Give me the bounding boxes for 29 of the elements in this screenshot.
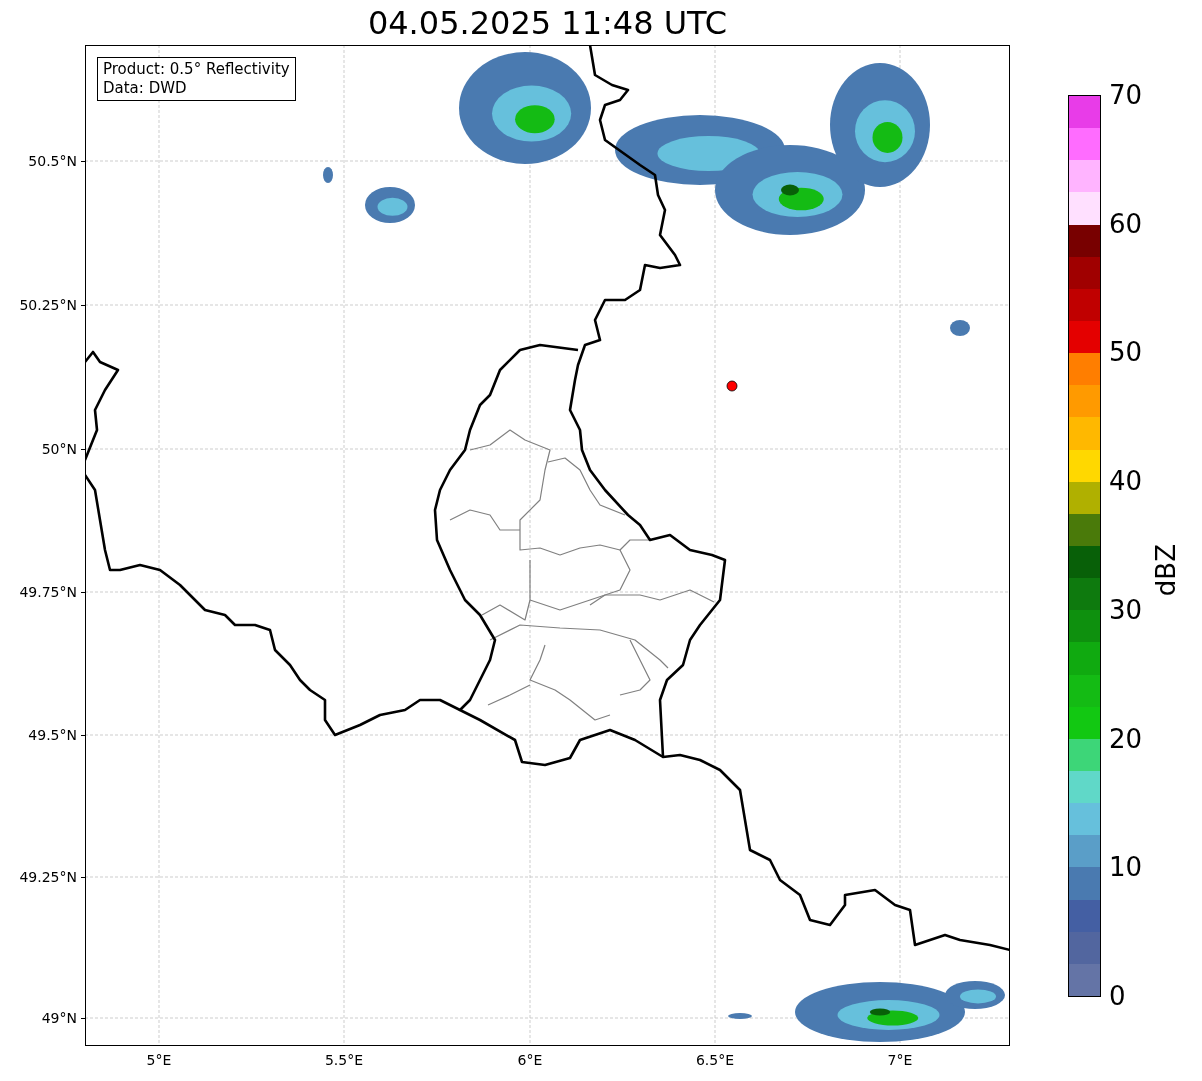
axis-tick-label: 6°E bbox=[517, 1052, 543, 1068]
scale-tick-label: 50 bbox=[1109, 336, 1143, 369]
axis-tick-label: 50.5°N bbox=[28, 152, 77, 170]
axis-tick-label: 6.5°E bbox=[695, 1052, 735, 1068]
radar-echo bbox=[365, 187, 415, 223]
axis-tick-label: 7°E bbox=[887, 1052, 913, 1068]
axis-tick-label: 49.75°N bbox=[19, 583, 77, 601]
axis-tick-label: 5°E bbox=[146, 1052, 172, 1068]
scale-tick-label: 40 bbox=[1109, 465, 1143, 498]
radar-echo bbox=[728, 1013, 752, 1019]
scale-tick-label: 0 bbox=[1109, 980, 1126, 1012]
radar-echo bbox=[323, 167, 333, 183]
axis-tick-label: 5.5°E bbox=[324, 1052, 364, 1068]
scale-tick-label: 60 bbox=[1109, 207, 1143, 240]
scale-tick-label: 10 bbox=[1109, 851, 1143, 884]
colorbar-label: dBZ bbox=[1151, 544, 1181, 597]
axis-tick-label: 50.25°N bbox=[19, 296, 77, 314]
axis-tick-label: 49°N bbox=[41, 1009, 77, 1027]
chart-title: 04.05.2025 11:48 UTC bbox=[367, 2, 728, 43]
axis-tick-label: 50°N bbox=[41, 440, 77, 458]
info-text: Product: 0.5° Reflectivity bbox=[103, 60, 290, 79]
info-text: Data: DWD bbox=[103, 79, 188, 98]
scale-tick-label: 30 bbox=[1109, 593, 1143, 626]
radar-site-marker bbox=[726, 380, 738, 392]
scale-tick-label: 20 bbox=[1109, 722, 1143, 755]
axis-tick-label: 49.5°N bbox=[28, 726, 77, 744]
radar-echo bbox=[950, 320, 970, 336]
scale-tick-label: 70 bbox=[1109, 79, 1143, 111]
axis-tick-label: 49.25°N bbox=[19, 868, 77, 886]
